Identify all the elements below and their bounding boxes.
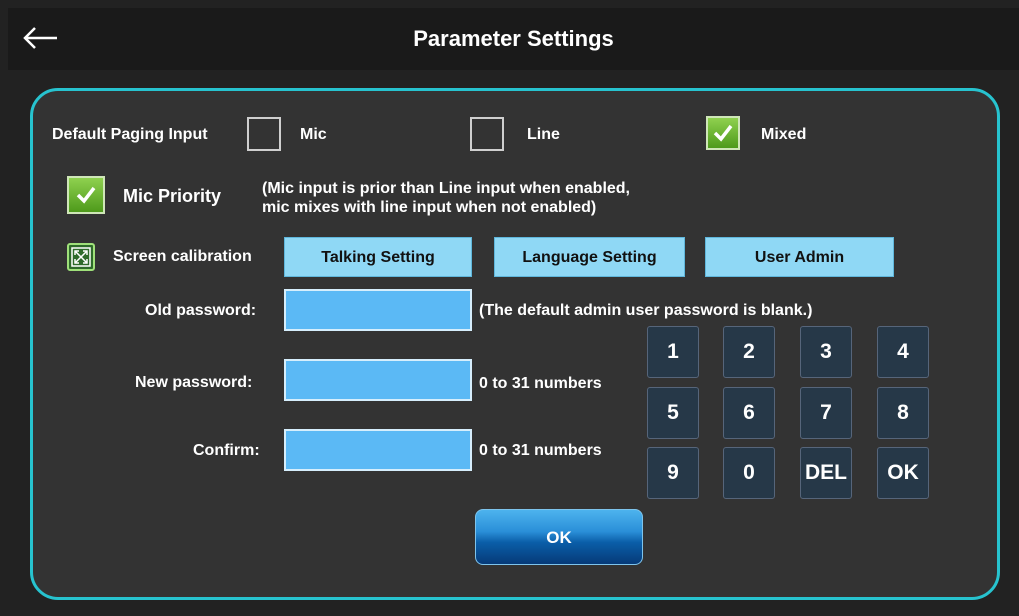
keypad-key-6[interactable]: 6: [723, 387, 775, 439]
old-password-hint: (The default admin user password is blan…: [479, 302, 813, 319]
mic-priority-note-line1: (Mic input is prior than Line input when…: [262, 180, 630, 197]
talking-setting-button[interactable]: Talking Setting: [284, 237, 472, 277]
confirm-password-label: Confirm:: [193, 442, 260, 459]
keypad-key-8[interactable]: 8: [877, 387, 929, 439]
new-password-hint: 0 to 31 numbers: [479, 375, 602, 392]
mic-checkbox[interactable]: [247, 117, 281, 151]
keypad-key-del[interactable]: DEL: [800, 447, 852, 499]
expand-arrows-icon: [71, 247, 91, 267]
keypad-key-7[interactable]: 7: [800, 387, 852, 439]
keypad-key-ok[interactable]: OK: [877, 447, 929, 499]
checkmark-icon: [76, 186, 96, 204]
user-admin-button[interactable]: User Admin: [705, 237, 894, 277]
title-bar: Parameter Settings: [8, 8, 1019, 70]
screen-calibration-label: Screen calibration: [113, 248, 252, 265]
old-password-input[interactable]: [284, 289, 472, 331]
keypad-key-2[interactable]: 2: [723, 326, 775, 378]
keypad-key-3[interactable]: 3: [800, 326, 852, 378]
mic-option-label: Mic: [300, 126, 327, 143]
old-password-label: Old password:: [145, 302, 257, 319]
mic-priority-label: Mic Priority: [123, 186, 222, 206]
mixed-checkbox[interactable]: [706, 116, 740, 150]
page-title: Parameter Settings: [413, 26, 614, 51]
line-option-label: Line: [527, 126, 560, 143]
keypad-key-9[interactable]: 9: [647, 447, 699, 499]
line-checkbox[interactable]: [470, 117, 504, 151]
keypad-key-5[interactable]: 5: [647, 387, 699, 439]
mixed-option-label: Mixed: [761, 126, 807, 143]
checkmark-icon: [713, 124, 733, 142]
keypad-key-1[interactable]: 1: [647, 326, 699, 378]
language-setting-button[interactable]: Language Setting: [494, 237, 685, 277]
new-password-input[interactable]: [284, 359, 472, 401]
ok-button[interactable]: OK: [475, 509, 643, 565]
confirm-password-hint: 0 to 31 numbers: [479, 442, 602, 459]
keypad-key-0[interactable]: 0: [723, 447, 775, 499]
confirm-password-input[interactable]: [284, 429, 472, 471]
paging-input-label: Default Paging Input: [52, 126, 208, 143]
new-password-label: New password:: [135, 374, 253, 391]
mic-priority-note-line2: mic mixes with line input when not enabl…: [262, 199, 597, 216]
mic-priority-checkbox[interactable]: [67, 176, 105, 214]
screen-calibration-icon[interactable]: [67, 243, 95, 271]
keypad-key-4[interactable]: 4: [877, 326, 929, 378]
